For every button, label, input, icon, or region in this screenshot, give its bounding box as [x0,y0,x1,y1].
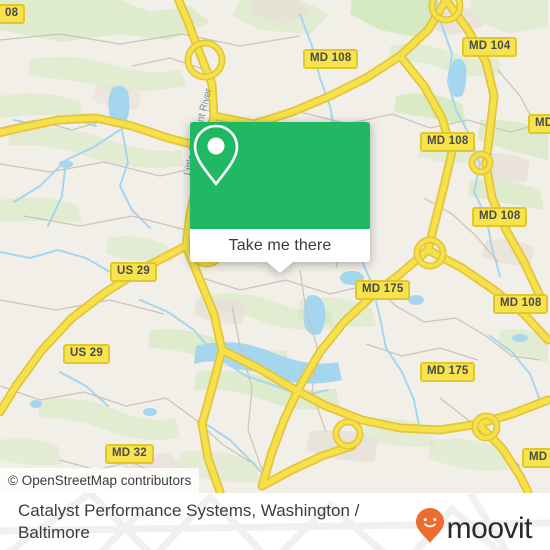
road-shield-md-108-top[interactable]: MD 108 [303,49,359,69]
road-shield-md-108-right[interactable]: MD 108 [472,207,528,227]
road-shield-md-right-edge[interactable]: MD [528,114,550,134]
moovit-logo[interactable]: moovit [415,507,533,550]
road-shield-md-108-far-left[interactable]: 08 [0,4,26,24]
road-shield-md-32[interactable]: MD 32 [105,444,154,464]
osm-attribution-text: © OpenStreetMap contributors [8,473,192,488]
map-canvas[interactable]: Little Patuxent River 08 MD 108 MD 104 M… [0,0,550,493]
road-shield-us-29-upper[interactable]: US 29 [110,262,157,282]
footer-bar: Catalyst Performance Systems, Washington… [0,493,550,550]
location-info-card: Take me there [190,122,370,273]
take-me-there-button[interactable]: Take me there [190,229,370,262]
road-shield-md-bottom-right[interactable]: MD 1 [522,448,550,468]
moovit-pin-icon [415,507,445,550]
page-title: Catalyst Performance Systems, Washington… [18,501,360,542]
moovit-wordmark: moovit [446,511,533,545]
road-shield-md-104[interactable]: MD 104 [462,37,518,57]
road-shield-us-29-lower[interactable]: US 29 [63,344,110,364]
road-shield-md-108-lower-right[interactable]: MD 108 [493,294,549,314]
road-shield-md-108-upper-right[interactable]: MD 108 [420,132,476,152]
osm-attribution: © OpenStreetMap contributors [0,468,200,493]
road-shield-md-175-lower[interactable]: MD 175 [420,362,476,382]
card-pin-area [190,122,370,229]
moovit-map-screenshot: Little Patuxent River 08 MD 108 MD 104 M… [0,0,550,550]
road-shield-md-175-upper[interactable]: MD 175 [355,280,411,300]
card-pointer-tail [267,262,293,273]
